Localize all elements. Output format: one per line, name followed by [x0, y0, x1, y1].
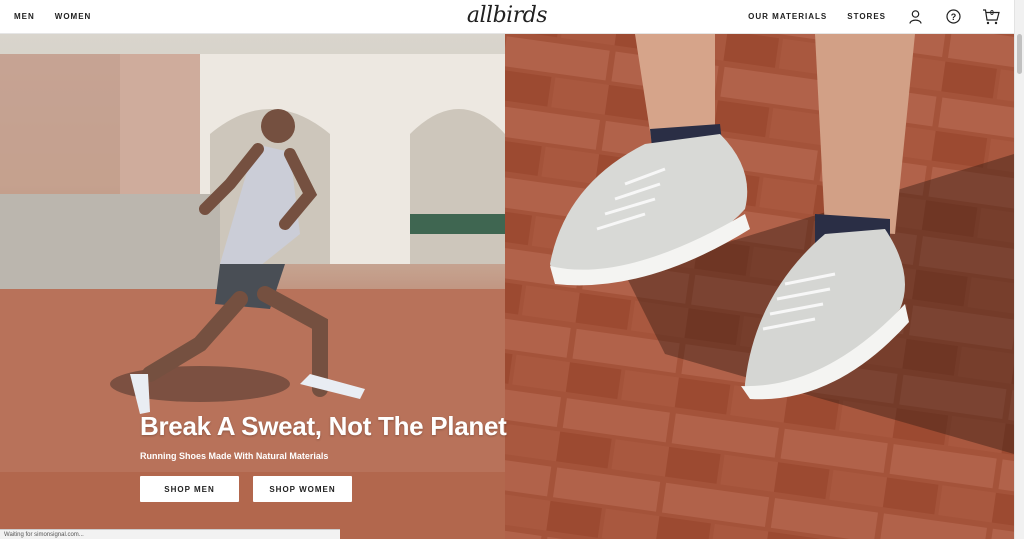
site-header: MEN WOMEN allbirds OUR MATERIALS STORES … — [0, 0, 1014, 34]
page: MEN WOMEN allbirds OUR MATERIALS STORES … — [0, 0, 1024, 539]
nav-men-link[interactable]: MEN — [14, 12, 35, 21]
hero-left-overlay — [0, 34, 505, 472]
browser-status-bar: Waiting for simonsignal.com... — [0, 529, 340, 539]
hero-headline: Break A Sweat, Not The Planet — [140, 411, 507, 441]
secondary-nav: OUR MATERIALS STORES ? 0 — [748, 8, 1000, 26]
brand-logo[interactable]: allbirds — [467, 3, 548, 28]
cart-count-badge: 0 — [990, 9, 994, 17]
shop-men-button[interactable]: SHOP MEN — [140, 476, 239, 502]
help-icon[interactable]: ? — [944, 8, 962, 26]
vertical-scrollbar[interactable] — [1014, 0, 1024, 539]
nav-stores-link[interactable]: STORES — [847, 12, 886, 21]
nav-women-link[interactable]: WOMEN — [55, 12, 92, 21]
svg-text:?: ? — [950, 12, 956, 22]
shop-women-button[interactable]: SHOP WOMEN — [253, 476, 352, 502]
primary-nav: MEN WOMEN — [14, 12, 91, 21]
hero-shoes-image — [505, 34, 1014, 539]
account-icon[interactable] — [906, 8, 924, 26]
hero-banner: Break A Sweat, Not The Planet Running Sh… — [0, 34, 1014, 539]
scrollbar-thumb[interactable] — [1017, 34, 1022, 74]
nav-our-materials-link[interactable]: OUR MATERIALS — [748, 12, 827, 21]
shoes-photo-illustration — [505, 34, 1014, 539]
hero-subheadline: Running Shoes Made With Natural Material… — [140, 451, 329, 461]
cart-icon[interactable]: 0 — [982, 8, 1000, 26]
